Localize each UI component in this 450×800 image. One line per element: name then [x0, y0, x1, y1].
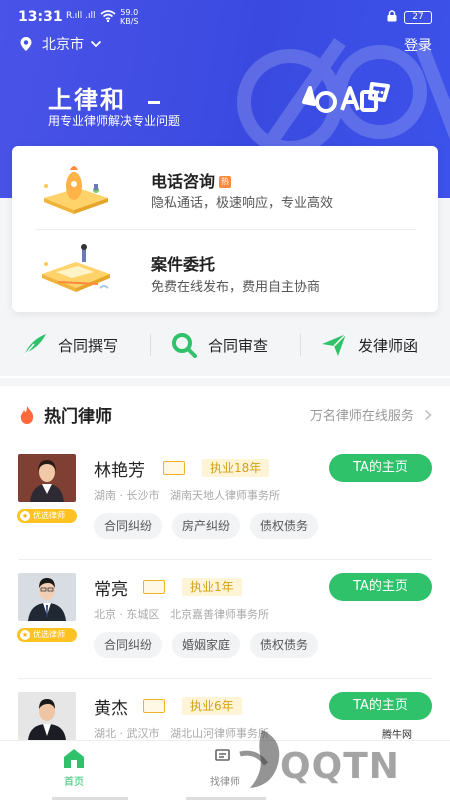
service-card: 电话咨询热 隐私通话，极速响应，专业高效 案件委托 免费在线发布，费用自主协商	[12, 146, 438, 312]
specialty-tag[interactable]: 房产纠纷	[172, 513, 241, 539]
row-divider	[18, 678, 432, 679]
nav-find-lawyer[interactable]: 找律师	[185, 747, 265, 788]
specialty-tag[interactable]: 合同纠纷	[94, 632, 163, 658]
service-case-entrust[interactable]: 案件委托 免费在线发布，费用自主协商	[12, 230, 438, 312]
practice-years-badge: 执业1年	[182, 578, 242, 596]
phone-consult-illustration-icon	[44, 166, 108, 214]
more-lawyers-link[interactable]: 万名律师在线服务	[310, 405, 432, 424]
battery-indicator: 27	[404, 11, 432, 24]
nav-home[interactable]: 首页	[34, 747, 114, 788]
id-card-icon	[143, 699, 165, 713]
id-card-icon	[163, 461, 185, 475]
tool-label: 发律师函	[358, 336, 419, 355]
badge-star-icon: ★	[20, 630, 30, 640]
specialty-tag[interactable]: 债权债务	[250, 513, 319, 539]
feather-pen-icon	[23, 334, 46, 357]
lawyer-meta: 北京 · 东城区 北京嘉善律师事务所	[94, 608, 269, 621]
lawyer-meta: 湖南 · 长沙市 湖南天地人律师事务所	[94, 489, 280, 502]
specialty-tag[interactable]: 合同纠纷	[94, 513, 163, 539]
lawyer-meta: 湖北 · 武汉市 湖北山河律师事务所	[94, 727, 269, 740]
section-gap	[0, 378, 450, 386]
nav-label: 首页	[64, 777, 84, 788]
practice-years-badge: 执业18年	[202, 459, 270, 477]
service-desc: 隐私通话，极速响应，专业高效	[151, 196, 334, 211]
service-title: 电话咨询热	[151, 172, 232, 191]
tool-label: 合同撰写	[58, 336, 119, 355]
lawyer-row[interactable]: ★ 优选律师 林艳芳 执业18年 TA的主页 湖南 · 长沙市 湖南天地人律师事务…	[0, 454, 450, 572]
tool-contract-review[interactable]: 合同审查	[170, 330, 268, 360]
lock-icon	[386, 10, 398, 25]
tool-contract-write[interactable]: 合同撰写	[20, 330, 118, 360]
nav-label: 找律师	[210, 777, 240, 788]
lawyer-name: 常亮	[94, 580, 128, 600]
service-title: 案件委托	[151, 255, 216, 274]
lawyer-name: 林艳芳	[94, 461, 145, 481]
service-desc: 免费在线发布，费用自主协商	[151, 280, 321, 295]
lawyer-home-button[interactable]: TA的主页	[329, 692, 432, 720]
tool-label: 合同审查	[208, 336, 269, 355]
status-time: 13:31	[18, 9, 63, 25]
search-icon	[172, 333, 197, 358]
lawyer-name: 黄杰	[94, 699, 128, 719]
tool-divider	[150, 334, 151, 356]
badge-star-icon: ★	[20, 511, 30, 521]
lawyer-tags: 合同纠纷 房产纠纷 债权债务	[94, 513, 328, 539]
tool-lawyer-letter[interactable]: 发律师函	[320, 330, 418, 360]
find-lawyer-icon	[215, 749, 230, 761]
service-phone-consult[interactable]: 电话咨询热 隐私通话，极速响应，专业高效	[12, 146, 438, 228]
login-button[interactable]: 登录	[404, 35, 432, 55]
network-speed: 59.0 KB/S	[120, 8, 139, 26]
specialty-tag[interactable]: 债权债务	[250, 632, 319, 658]
preferred-lawyer-badge: ★ 优选律师	[17, 509, 77, 523]
home-icon	[64, 749, 84, 768]
chevron-down-icon	[90, 40, 102, 48]
lawyer-avatar	[18, 454, 76, 502]
case-entrust-illustration-icon	[42, 244, 110, 292]
preferred-lawyer-badge: ★ 优选律师	[17, 628, 77, 642]
flame-icon	[20, 405, 34, 424]
city-label: 北京市	[42, 37, 84, 53]
wifi-icon	[100, 10, 116, 25]
location-pin-icon	[20, 37, 32, 51]
quick-tools: 合同撰写 合同审查 发律师函	[0, 322, 450, 368]
specialty-tag[interactable]: 婚姻家庭	[172, 632, 241, 658]
hot-badge: 热	[219, 176, 232, 188]
lawyer-avatar	[18, 692, 76, 740]
bottom-nav: 首页 找律师	[0, 740, 450, 800]
hot-lawyers-header: 热门律师	[18, 402, 112, 427]
brand-cursor-mark	[148, 101, 160, 104]
lawyer-home-button[interactable]: TA的主页	[329, 573, 432, 601]
send-icon	[322, 333, 347, 356]
id-card-icon	[143, 580, 165, 594]
brand-slogan: 用专业律师解决专业问题	[48, 114, 181, 128]
signal-icon: R.ıll .ıll	[66, 11, 96, 21]
qa-logo-icon	[302, 82, 390, 113]
lawyer-home-button[interactable]: TA的主页	[329, 454, 432, 482]
lawyer-tags: 合同纠纷 婚姻家庭 债权债务	[94, 632, 328, 658]
tool-divider	[300, 334, 301, 356]
practice-years-badge: 执业6年	[182, 697, 242, 715]
section-title: 热门律师	[44, 407, 112, 427]
brand-title: 上律和	[48, 86, 126, 114]
status-bar: 13:31 R.ıll .ıll 59.0 KB/S 27	[0, 0, 450, 34]
chevron-right-icon	[424, 409, 432, 421]
lawyer-row[interactable]: 黄杰 执业6年 TA的主页 湖北 · 武汉市 湖北山河律师事务所	[0, 692, 450, 740]
city-selector[interactable]: 北京市	[18, 34, 102, 54]
lawyer-row[interactable]: ★ 优选律师 常亮 执业1年 TA的主页 北京 · 东城区 北京嘉善律师事务所 合…	[0, 573, 450, 691]
lawyer-avatar	[18, 573, 76, 621]
row-divider	[18, 559, 432, 560]
